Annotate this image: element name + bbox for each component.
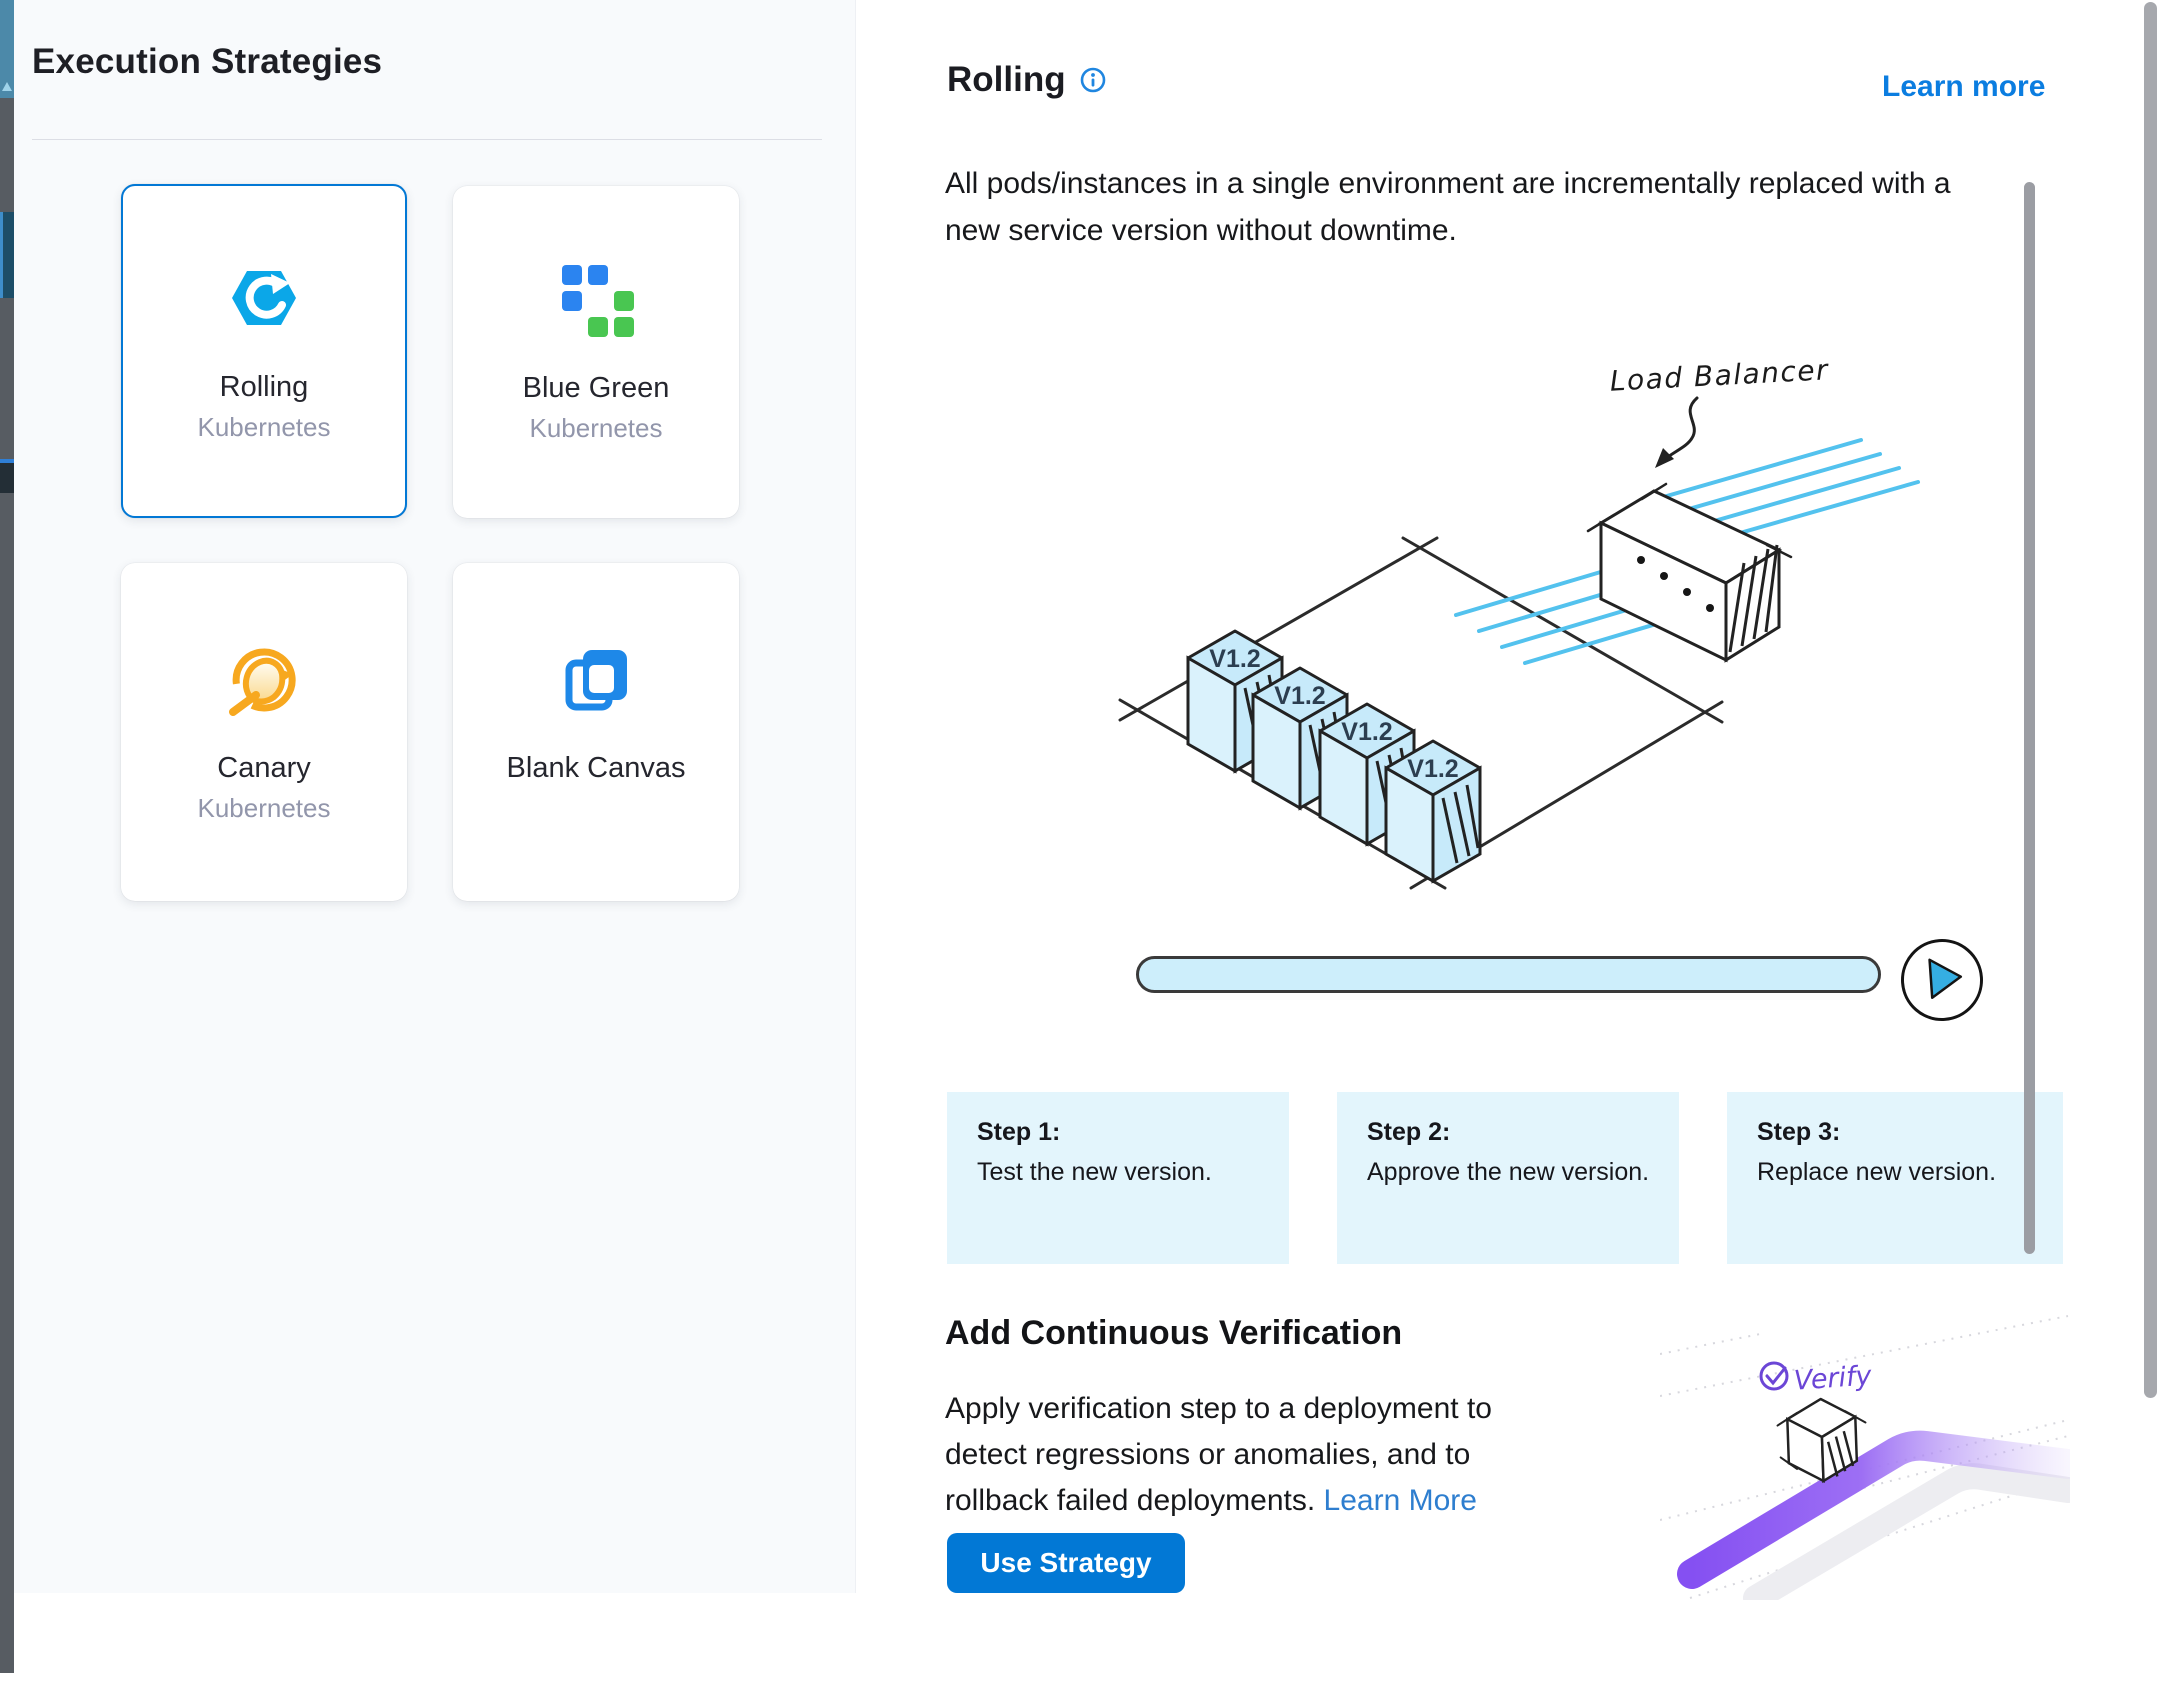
card-label: Blank Canvas (507, 751, 686, 785)
label-arrowhead (1655, 448, 1674, 468)
background-page-sliver (0, 0, 14, 1673)
strategy-card-blue-green[interactable]: Blue Green Kubernetes (453, 186, 739, 518)
step-title: Step 1: (977, 1118, 1289, 1147)
background-nav-block (0, 212, 14, 298)
rolling-strategy-icon (226, 260, 302, 336)
learn-more-link[interactable]: Learn more (1882, 70, 2045, 104)
drawer-scrollbar-thumb[interactable] (2024, 182, 2035, 1254)
verify-check-icon (1761, 1363, 1787, 1389)
description-line: new service version without downtime. (945, 207, 1951, 254)
strategy-card-rolling[interactable]: Rolling Kubernetes (121, 184, 407, 518)
blank-canvas-strategy-icon (558, 641, 634, 717)
cv-line: rollback failed deployments. (945, 1484, 1315, 1517)
card-label: Blue Green (523, 371, 670, 405)
pod-cube: V1.2 (1386, 741, 1480, 881)
verify-label: Verify (1793, 1360, 1874, 1396)
learn-more-inline-link[interactable]: Learn More (1324, 1484, 1477, 1517)
play-icon (1907, 945, 1977, 1015)
cv-line: detect regressions or anomalies, and to (945, 1432, 1525, 1478)
strategy-detail-header: Rolling (947, 60, 1106, 100)
step-text: Approve the new version. (1367, 1158, 1679, 1187)
rolling-strategy-illustration: Load Balancer V1.2 V1.2 (1100, 340, 2020, 920)
cube-version-label: V1.2 (1407, 755, 1458, 783)
load-balancer-label: Load Balancer (1609, 353, 1830, 397)
use-strategy-button[interactable]: Use Strategy (947, 1533, 1185, 1593)
step-text: Test the new version. (977, 1158, 1289, 1187)
cube-version-label: V1.2 (1341, 718, 1392, 746)
canary-strategy-icon (226, 641, 302, 717)
window-scrollbar-thumb[interactable] (2144, 2, 2157, 1398)
cv-description: Apply verification step to a deployment … (945, 1386, 1525, 1524)
step-card-2: Step 2: Approve the new version. (1337, 1092, 1679, 1264)
card-label: Canary (217, 751, 311, 785)
background-dark-block (0, 463, 14, 493)
step-card-1: Step 1: Test the new version. (947, 1092, 1289, 1264)
verify-illustration: Verify (1660, 1310, 2070, 1600)
info-icon[interactable] (1080, 67, 1106, 93)
description-line: All pods/instances in a single environme… (945, 160, 1951, 207)
step-text: Replace new version. (1757, 1158, 2063, 1187)
step-card-3: Step 3: Replace new version. (1727, 1092, 2063, 1264)
label-arrow (1664, 398, 1697, 460)
strategy-card-canary[interactable]: Canary Kubernetes (121, 563, 407, 901)
strategy-card-blank-canvas[interactable]: Blank Canvas (453, 563, 739, 901)
title-divider (32, 139, 822, 140)
card-sublabel: Kubernetes (530, 413, 663, 443)
strategy-description: All pods/instances in a single environme… (945, 160, 1951, 254)
cube-version-label: V1.2 (1274, 682, 1325, 710)
background-logo-glyph (2, 82, 12, 91)
cv-heading: Add Continuous Verification (945, 1314, 1402, 1353)
cube-version-label: V1.2 (1209, 645, 1260, 673)
card-sublabel: Kubernetes (198, 793, 331, 823)
cv-line: Apply verification step to a deployment … (945, 1386, 1525, 1432)
strategy-detail-title: Rolling (947, 60, 1066, 100)
card-label: Rolling (220, 370, 309, 404)
execution-strategies-drawer: Execution Strategies Rolling Kubernetes (0, 0, 2158, 1682)
blue-green-strategy-icon (558, 261, 634, 337)
animation-progress-bar (1136, 956, 1881, 993)
page-title: Execution Strategies (32, 42, 382, 82)
card-sublabel: Kubernetes (198, 412, 331, 442)
step-title: Step 2: (1367, 1118, 1679, 1147)
pod-cubes: V1.2 V1.2 V1.2 V1.2 (1188, 631, 1480, 881)
step-title: Step 3: (1757, 1118, 2063, 1147)
play-button[interactable] (1898, 936, 1986, 1024)
